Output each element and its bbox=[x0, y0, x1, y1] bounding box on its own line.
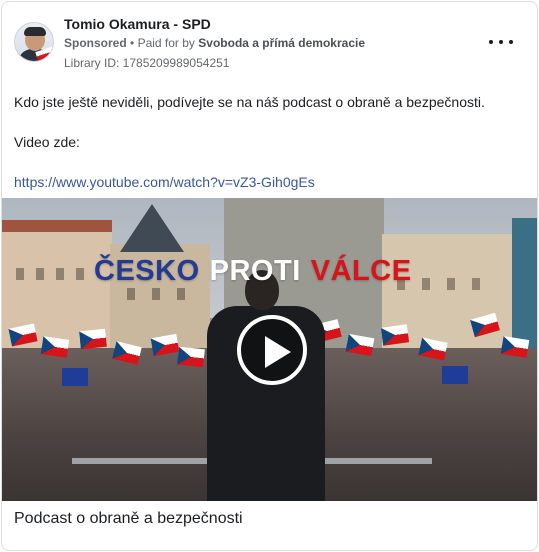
video-thumbnail[interactable]: ČESKO PROTI VÁLCE bbox=[2, 198, 537, 501]
separator: • bbox=[130, 36, 135, 50]
paid-for-by-label: Paid for by bbox=[137, 36, 195, 50]
library-id: Library ID: 1785209989054251 bbox=[64, 56, 230, 70]
window bbox=[422, 278, 430, 290]
flag bbox=[177, 346, 205, 368]
dot bbox=[489, 40, 493, 44]
window bbox=[472, 278, 480, 290]
flag bbox=[442, 366, 468, 384]
video-link[interactable]: https://www.youtube.com/watch?v=vZ3-Gih0… bbox=[14, 174, 315, 190]
flag bbox=[500, 336, 530, 358]
title-word-3: VÁLCE bbox=[310, 254, 412, 287]
window bbox=[36, 268, 44, 280]
window bbox=[177, 288, 185, 300]
video-title-overlay: ČESKO PROTI VÁLCE bbox=[94, 254, 412, 288]
post-text: Kdo jste ještě neviděli, podívejte se na… bbox=[14, 92, 525, 192]
play-triangle bbox=[265, 336, 291, 368]
title-word-1: ČESKO bbox=[94, 254, 200, 287]
post-line-1: Kdo jste ještě neviděli, podívejte se na… bbox=[14, 94, 485, 110]
flag bbox=[380, 324, 410, 346]
sponsor-line: Sponsored • Paid for by Svoboda a přímá … bbox=[64, 36, 365, 50]
window bbox=[152, 288, 160, 300]
payer-name[interactable]: Svoboda a přímá demokracie bbox=[198, 36, 365, 50]
flag bbox=[62, 368, 88, 386]
play-icon[interactable] bbox=[237, 315, 307, 385]
church-spire bbox=[120, 204, 184, 252]
window bbox=[76, 268, 84, 280]
more-options-icon[interactable] bbox=[489, 34, 513, 50]
ad-header: Tomio Okamura - SPD Sponsored • Paid for… bbox=[14, 16, 525, 72]
flag bbox=[79, 328, 107, 350]
window bbox=[56, 268, 64, 280]
page-name[interactable]: Tomio Okamura - SPD bbox=[64, 16, 211, 32]
window bbox=[127, 288, 135, 300]
post-line-2: Video zde: bbox=[14, 134, 80, 150]
avatar-hair bbox=[24, 27, 46, 36]
ad-card: Tomio Okamura - SPD Sponsored • Paid for… bbox=[1, 1, 538, 551]
flag bbox=[40, 336, 70, 358]
video-caption: Podcast o obraně a bezpečnosti bbox=[14, 510, 243, 527]
sponsored-label: Sponsored bbox=[64, 36, 127, 50]
window bbox=[447, 278, 455, 290]
page-avatar[interactable] bbox=[14, 22, 54, 62]
dot bbox=[509, 40, 513, 44]
dot bbox=[499, 40, 503, 44]
window bbox=[16, 268, 24, 280]
title-word-2: PROTI bbox=[209, 254, 301, 287]
